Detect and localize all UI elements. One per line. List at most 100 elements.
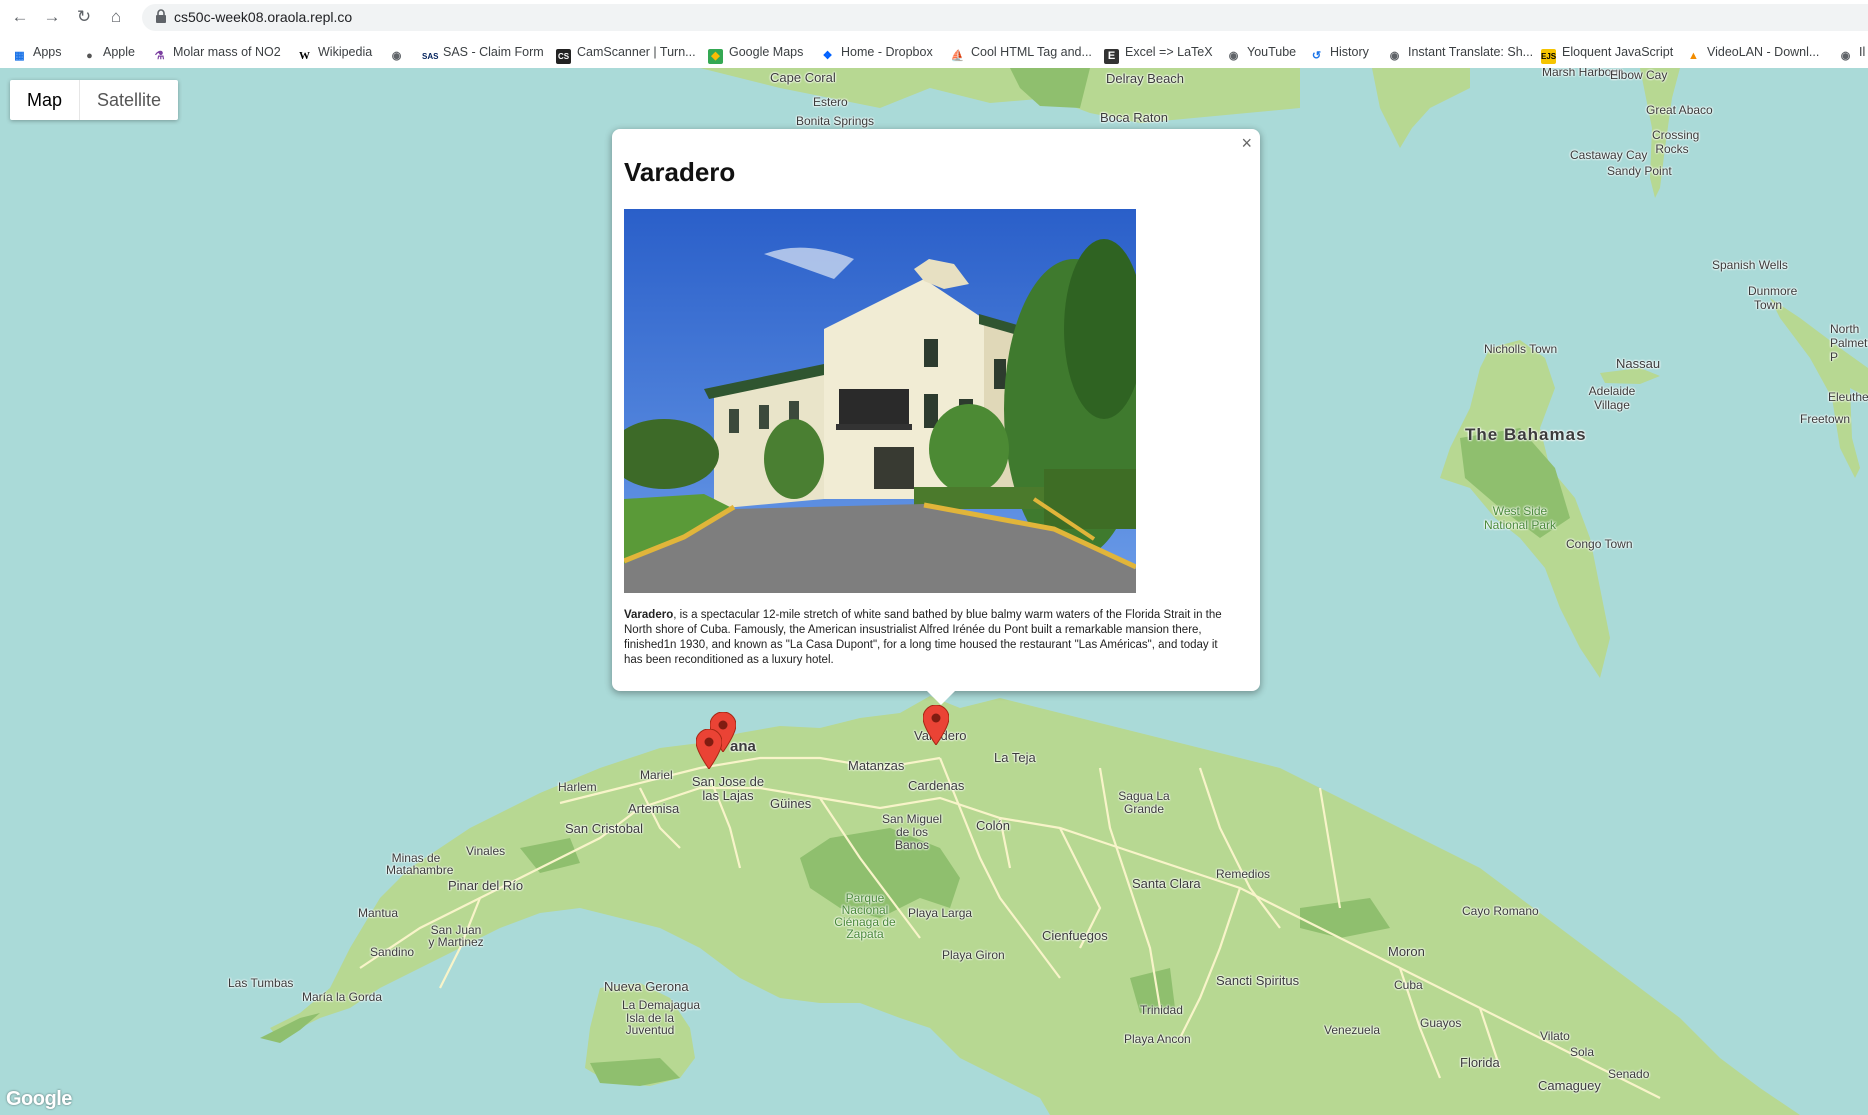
map-label-pinar: Pinar del Río	[448, 878, 524, 893]
map-label-trinidad: Trinidad	[1140, 1003, 1183, 1017]
map-label-san-miguel: San Miguel de los Banos	[881, 812, 943, 852]
map-label-west-side-park: West Side National Park	[1483, 504, 1557, 532]
map-label-senado: Senado	[1608, 1067, 1650, 1081]
vlc-icon: ▲	[1688, 50, 1699, 62]
dropbox-icon: ❖	[822, 50, 833, 62]
map-label-cienfuegos: Cienfuegos	[1042, 928, 1108, 943]
florida-wetland	[1010, 68, 1090, 108]
map-label-moron: Moron	[1388, 944, 1425, 959]
map-label-las-tumbas: Las Tumbas	[228, 976, 294, 990]
ejs-icon: EJS	[1541, 49, 1556, 64]
map-label-elbow-cay: Elbow Cay	[1610, 68, 1668, 82]
map-label-sancti-spiritus: Sancti Spiritus	[1216, 973, 1300, 988]
map-marker-varadero[interactable]	[923, 705, 949, 745]
map-marker-havana-2[interactable]	[696, 729, 722, 769]
globe-icon: ◉	[1840, 50, 1851, 62]
map-label-harlem: Harlem	[558, 780, 597, 794]
close-icon[interactable]: ×	[1241, 133, 1252, 153]
map-label-san-juan: San Juan y Martinez	[428, 923, 484, 949]
map-label-boca-raton: Boca Raton	[1100, 110, 1168, 125]
map-label-bonita-springs: Bonita Springs	[796, 114, 875, 128]
map-label-eleuthera: Eleuther	[1828, 390, 1868, 404]
bookmark-apps[interactable]: ▦ Apps	[12, 43, 61, 62]
bookmark-globe-1[interactable]: ◉	[389, 43, 410, 62]
map-type-satellite-button[interactable]: Satellite	[80, 80, 178, 120]
bookmark-instant-translate[interactable]: ◉ Instant Translate: Sh...	[1387, 43, 1533, 62]
map-label-delray-beach: Delray Beach	[1106, 71, 1185, 86]
bookmark-excel-latex[interactable]: E Excel => LaTeX	[1104, 43, 1213, 64]
map-label-matanzas: Matanzas	[848, 758, 905, 773]
google-logo: Google	[6, 1088, 72, 1110]
url-text: cs50c-week08.oraola.repl.co	[174, 9, 353, 25]
bookmark-sas[interactable]: SAS SAS - Claim Form	[422, 43, 544, 61]
address-bar[interactable]: cs50c-week08.oraola.repl.co	[142, 4, 1868, 31]
map-label-marsh-harbour: Marsh Harbour	[1542, 68, 1623, 79]
bookmark-more[interactable]: ◉ Il	[1838, 43, 1866, 62]
varadero-photo	[624, 209, 1136, 593]
map-label-freetown: Freetown	[1800, 412, 1851, 426]
info-window-title: Varadero	[624, 157, 736, 187]
map-label-dunmore-town: Dunmore Town	[1748, 284, 1798, 312]
map-label-florida: Florida	[1460, 1055, 1500, 1070]
map-label-artemisa: Artemisa	[628, 801, 680, 816]
bookmark-youtube[interactable]: ◉ YouTube	[1226, 43, 1296, 62]
map-label-san-cristobal: San Cristobal	[565, 821, 644, 836]
apps-grid-icon: ▦	[14, 50, 25, 62]
map-label-nueva-gerona: Nueva Gerona	[604, 979, 689, 994]
bookmark-videolan[interactable]: ▲ VideoLAN - Downl...	[1686, 43, 1819, 62]
map-label-sagua: Sagua La Grande	[1118, 789, 1170, 816]
map-label-sandino: Sandino	[370, 945, 415, 959]
bookmark-dropbox[interactable]: ❖ Home - Dropbox	[820, 43, 933, 62]
map-label-vilato: Vilato	[1540, 1029, 1570, 1043]
bookmark-molar-mass[interactable]: ⚗ Molar mass of NO2	[152, 43, 281, 62]
map-label-nassau: Nassau	[1616, 356, 1661, 371]
map-label-guayos: Guayos	[1420, 1016, 1462, 1030]
bookmark-cool-html[interactable]: ⛵ Cool HTML Tag and...	[950, 43, 1092, 62]
reload-icon[interactable]: ↻	[73, 6, 95, 28]
wikipedia-icon: W	[299, 50, 310, 62]
map-label-playa-giron: Playa Giron	[942, 948, 1005, 962]
bookmark-wikipedia[interactable]: W Wikipedia	[297, 43, 372, 62]
camscanner-icon: CS	[556, 49, 571, 64]
flask-icon: ⚗	[154, 50, 165, 62]
map-label-santa-clara: Santa Clara	[1132, 876, 1201, 891]
map-label-sola: Sola	[1570, 1045, 1595, 1059]
map-label-nicholls-town: Nicholls Town	[1484, 342, 1558, 356]
latex-icon: E	[1104, 49, 1119, 64]
map-type-map-button[interactable]: Map	[10, 80, 81, 120]
map-label-estero: Estero	[813, 95, 848, 109]
map-label-cape-coral: Cape Coral	[770, 70, 836, 85]
map-label-mantua: Mantua	[358, 906, 399, 920]
forward-arrow-icon[interactable]: →	[41, 6, 63, 28]
history-icon: ↺	[1311, 50, 1322, 62]
map-label-playa-ancon: Playa Ancon	[1124, 1032, 1191, 1046]
lock-icon	[156, 9, 166, 23]
map-label-maria-gorda: María la Gorda	[302, 990, 383, 1004]
bookmark-google-maps[interactable]: ◆ Google Maps	[708, 43, 803, 64]
map-label-cayo-romano: Cayo Romano	[1462, 904, 1539, 918]
map-label-san-jose: San Jose de las Lajas	[691, 774, 765, 803]
map-label-north-palmetto: North Palmetto P	[1830, 322, 1868, 364]
map-label-vinales: Vinales	[466, 844, 506, 858]
map-label-adelaide-village: Adelaide Village	[1588, 384, 1636, 412]
map-label-the-bahamas: The Bahamas	[1465, 425, 1587, 444]
map-label-playa-larga: Playa Larga	[908, 906, 973, 920]
map-canvas[interactable]: Cape Coral Estero Bonita Springs Delray …	[0, 68, 1868, 1115]
back-arrow-icon[interactable]: ←	[9, 6, 31, 28]
globe-icon: ◉	[1389, 50, 1400, 62]
info-window-description: Varadero, is a spectacular 12-mile stret…	[624, 608, 1224, 668]
home-icon[interactable]: ⌂	[105, 6, 127, 28]
bookmark-eloquent-js[interactable]: EJS Eloquent JavaScript	[1541, 43, 1673, 64]
google-maps-icon: ◆	[708, 49, 723, 64]
map-label-cardenas: Cardenas	[908, 778, 965, 793]
bookmark-camscanner[interactable]: CS CamScanner | Turn...	[556, 43, 696, 64]
bookmark-apple[interactable]: ● Apple	[82, 43, 135, 62]
globe-icon: ◉	[391, 50, 402, 62]
map-label-remedios: Remedios	[1216, 867, 1271, 881]
map-label-minas: Minas de Matahambre	[386, 851, 454, 877]
bookmark-history[interactable]: ↺ History	[1309, 43, 1369, 62]
map-label-great-abaco: Great Abaco	[1646, 103, 1713, 117]
map-label-la-teja: La Teja	[994, 750, 1036, 765]
map-label-castaway-cay: Castaway Cay	[1570, 148, 1648, 162]
sail-icon: ⛵	[950, 50, 965, 62]
